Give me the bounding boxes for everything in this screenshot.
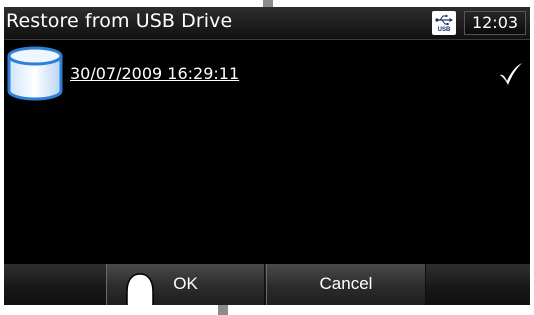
- finger-pointer-icon: [126, 273, 154, 305]
- checkmark-icon: [500, 63, 522, 85]
- bottom-alignment-marker: [218, 305, 228, 315]
- page-title: Restore from USB Drive: [6, 10, 233, 32]
- database-icon: [7, 46, 63, 101]
- usb-badge-label: USB: [437, 27, 451, 33]
- device-screen: Restore from USB Drive USB 12:03 30/07/2…: [4, 7, 530, 305]
- button-bar: OK Cancel: [4, 264, 530, 305]
- usb-status-icon: USB: [432, 11, 456, 35]
- title-bar: Restore from USB Drive USB 12:03: [4, 7, 530, 40]
- backup-list-item[interactable]: 30/07/2009 16:29:11: [6, 44, 526, 106]
- usb-symbol-icon: [435, 14, 453, 25]
- clock: 12:03: [464, 11, 526, 35]
- cancel-button[interactable]: Cancel: [266, 264, 426, 305]
- backup-item-label[interactable]: 30/07/2009 16:29:11: [70, 64, 239, 83]
